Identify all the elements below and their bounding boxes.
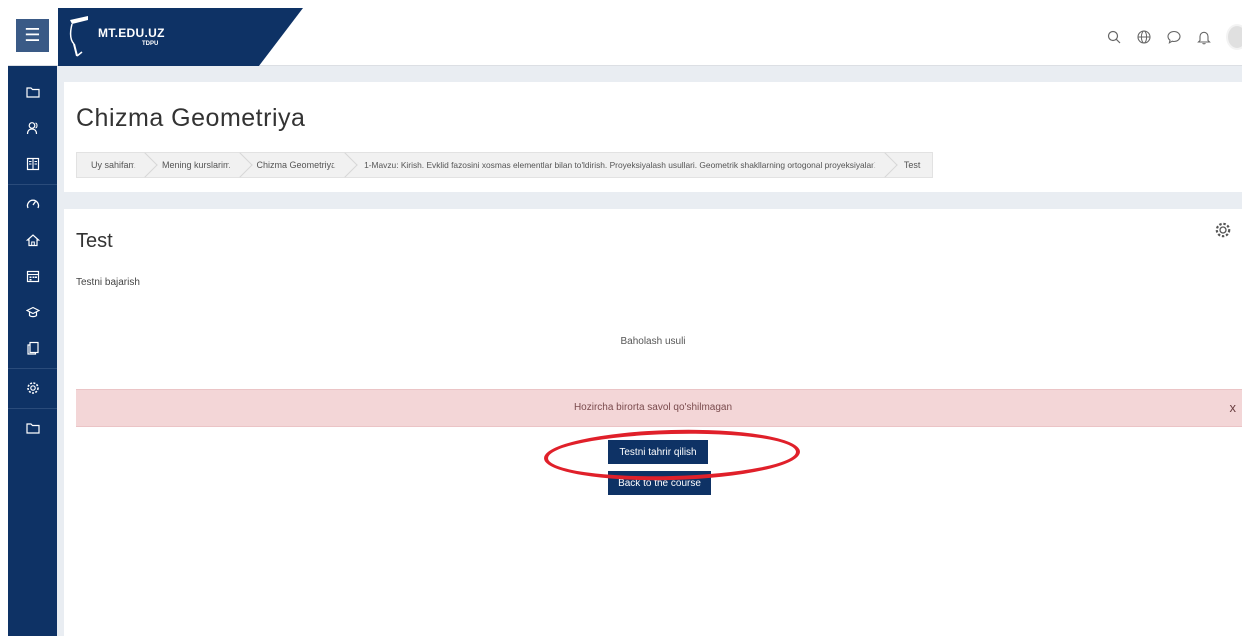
- globe-icon[interactable]: [1136, 28, 1152, 46]
- nav-divider: [8, 368, 57, 369]
- breadcrumb: Uy sahifam Mening kurslarim Chizma Geome…: [76, 152, 934, 178]
- bell-icon[interactable]: [1196, 28, 1212, 46]
- folder-icon[interactable]: [8, 78, 57, 106]
- nav-divider: [8, 184, 57, 185]
- dashboard-icon[interactable]: [8, 190, 57, 218]
- nav-divider: [8, 408, 57, 409]
- site-name: MT.EDU.UZ: [98, 26, 165, 40]
- page-title: Test: [76, 230, 113, 252]
- files-icon[interactable]: [8, 334, 57, 362]
- alert-message: Hozircha birorta savol qo'shilmagan: [573, 402, 733, 413]
- graduation-hat-icon: [69, 16, 88, 57]
- gear-icon[interactable]: [1214, 221, 1232, 239]
- top-navbar: ☰ MT.EDU.UZ TDPU: [8, 8, 1242, 66]
- settings-icon[interactable]: [8, 374, 57, 402]
- app-frame: ☰ MT.EDU.UZ TDPU Chizma Geometriya Uy sa…: [8, 8, 1242, 636]
- site-logo[interactable]: MT.EDU.UZ TDPU: [58, 8, 303, 66]
- calendar-icon[interactable]: [8, 262, 57, 290]
- breadcrumb-my-courses[interactable]: Mening kurslarim: [148, 153, 243, 177]
- close-icon[interactable]: x: [1230, 400, 1237, 415]
- course-header: Chizma Geometriya Uy sahifam Mening kurs…: [64, 82, 1242, 192]
- breadcrumb-topic[interactable]: 1-Mavzu: Kirish. Evklid fazosini xosmas …: [348, 153, 888, 177]
- hamburger-menu-icon[interactable]: ☰: [16, 19, 49, 52]
- user-avatar[interactable]: [1226, 24, 1242, 50]
- grading-method: Baholash usuli: [620, 336, 686, 347]
- left-sidebar: [8, 66, 57, 636]
- graduation-icon[interactable]: [8, 298, 57, 326]
- breadcrumb-course[interactable]: Chizma Geometriya: [243, 153, 349, 177]
- search-icon[interactable]: [1106, 28, 1122, 46]
- top-actions: [1106, 24, 1242, 50]
- no-questions-alert: Hozircha birorta savol qo'shilmagan x: [76, 389, 1242, 427]
- quiz-main: Test Testni bajarish Baholash usuli Hozi…: [64, 209, 1242, 636]
- course-title: Chizma Geometriya: [76, 104, 306, 132]
- book-icon[interactable]: [8, 150, 57, 178]
- quiz-intro: Testni bajarish: [76, 277, 140, 288]
- home-icon[interactable]: [8, 226, 57, 254]
- folder-icon[interactable]: [8, 414, 57, 442]
- users-icon[interactable]: [8, 114, 57, 142]
- back-to-course-button[interactable]: Back to the course: [608, 471, 711, 495]
- site-subtitle: TDPU: [142, 41, 159, 47]
- breadcrumb-home[interactable]: Uy sahifam: [77, 153, 148, 177]
- edit-quiz-button[interactable]: Testni tahrir qilish: [608, 440, 708, 464]
- chat-icon[interactable]: [1166, 28, 1182, 46]
